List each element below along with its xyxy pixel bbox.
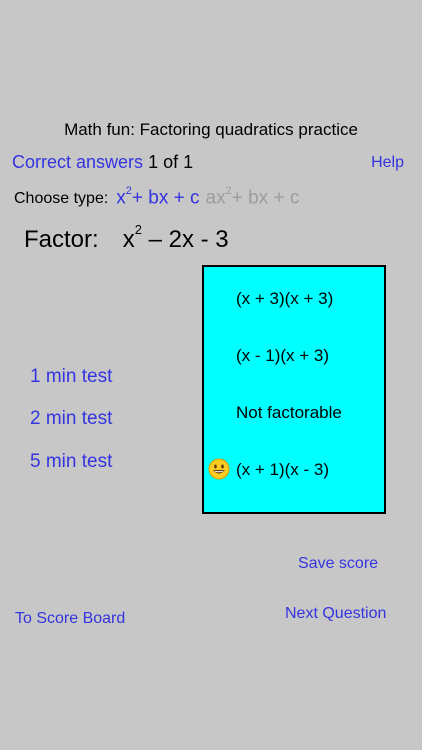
score-board-button[interactable]: To Score Board — [15, 610, 125, 628]
type-option-general-exponent: 2 — [225, 185, 232, 197]
type-selector: Choose type: x2+ bx + c ax2+ bx + c — [14, 185, 305, 209]
problem-base: x — [122, 226, 135, 253]
type-option-simple-exponent: 2 — [125, 185, 132, 197]
answer-choice-2[interactable]: (x - 1)(x + 3) — [236, 346, 329, 366]
app-title: Math fun: Factoring quadratics practice — [64, 120, 358, 139]
smiley-face-icon — [208, 458, 230, 480]
next-question-button[interactable]: Next Question — [285, 605, 386, 623]
type-option-general-base: ax — [205, 187, 226, 209]
correct-answers-label[interactable]: Correct answers — [12, 152, 143, 172]
save-score-button[interactable]: Save score — [298, 555, 378, 573]
type-option-simple[interactable]: x2+ bx + c — [116, 185, 200, 209]
type-option-general-rest: + bx + c — [231, 187, 300, 209]
problem-rest: – 2x - 3 — [148, 226, 229, 253]
type-option-simple-base: x — [116, 187, 126, 209]
answer-choice-4[interactable]: (x + 1)(x - 3) — [236, 460, 329, 480]
type-option-general[interactable]: ax2+ bx + c — [205, 185, 300, 209]
answer-choice-3[interactable]: Not factorable — [236, 403, 342, 423]
help-button[interactable]: Help — [371, 154, 404, 172]
correct-answers-count: 1 of 1 — [148, 152, 194, 172]
correct-answers-row: Correct answers 1 of 1 — [12, 152, 193, 173]
answer-choice-1[interactable]: (x + 3)(x + 3) — [236, 289, 333, 309]
test-1-min-button[interactable]: 1 min test — [30, 366, 112, 388]
type-option-simple-rest: + bx + c — [131, 187, 200, 209]
problem-row: Factor: x2 – 2x - 3 — [24, 222, 229, 254]
test-2-min-button[interactable]: 2 min test — [30, 408, 112, 430]
type-selector-label: Choose type: — [14, 190, 109, 208]
answer-choices-box: (x + 3)(x + 3) (x - 1)(x + 3) Not factor… — [202, 265, 386, 514]
problem-label: Factor: — [24, 226, 99, 253]
problem-exponent: 2 — [134, 222, 142, 237]
test-5-min-button[interactable]: 5 min test — [30, 451, 112, 473]
